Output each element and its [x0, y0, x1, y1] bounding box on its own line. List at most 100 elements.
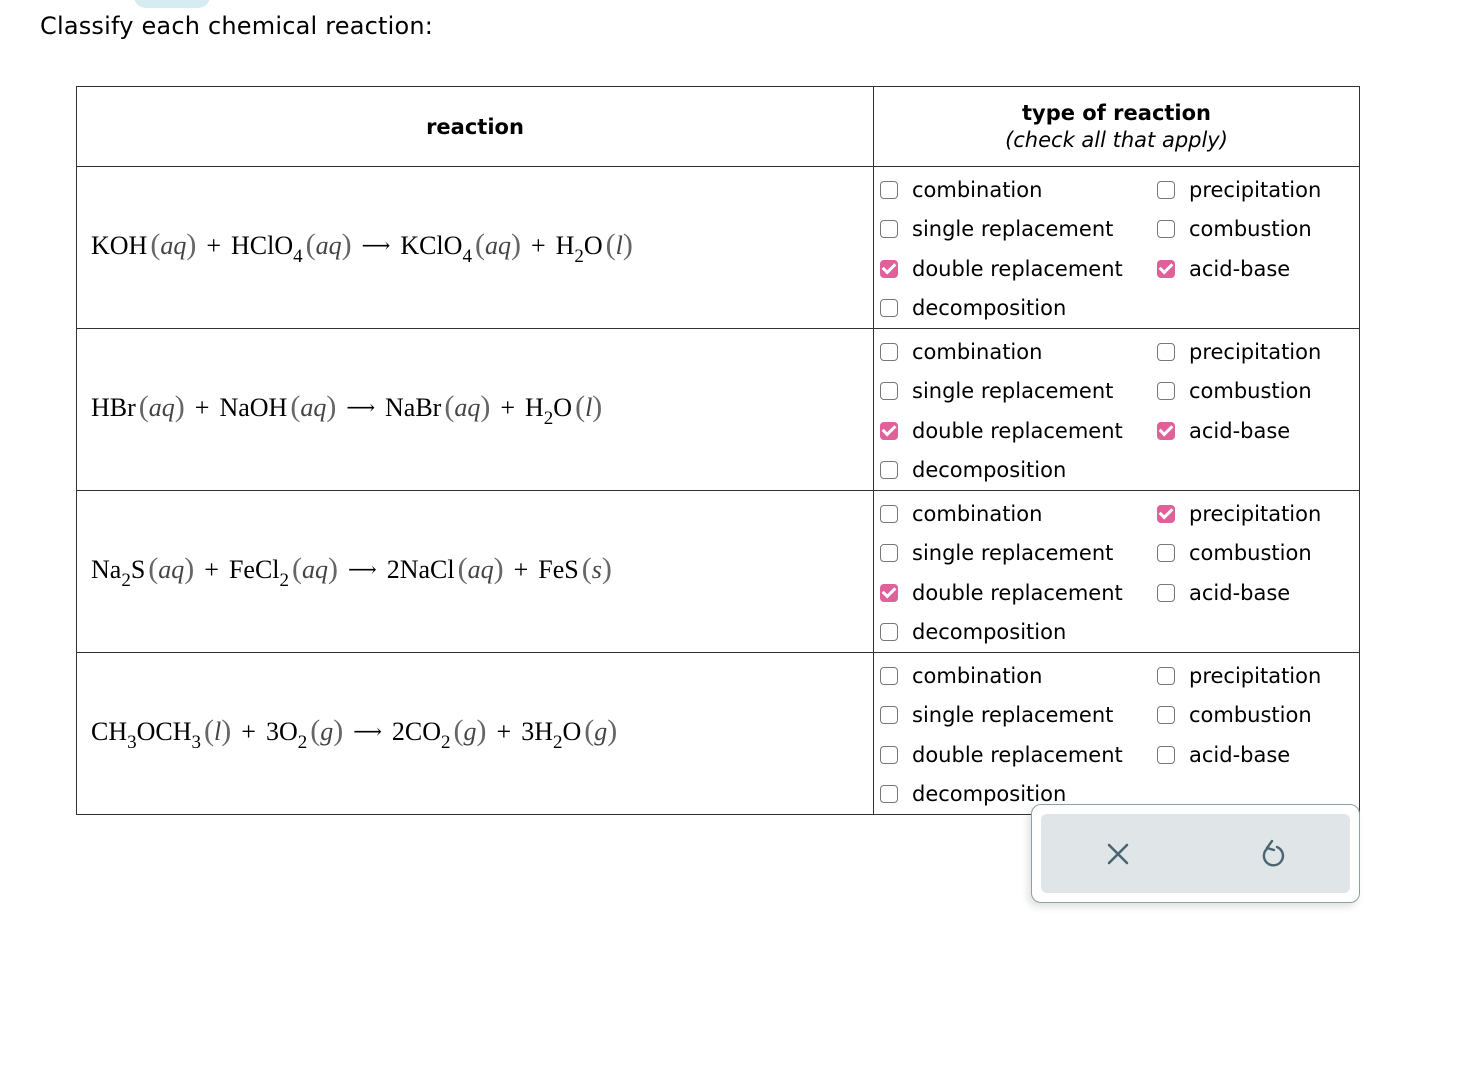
checkbox[interactable]: [880, 666, 898, 685]
checkbox-checked[interactable]: [1157, 259, 1175, 278]
option-double-replacement[interactable]: double replacement: [880, 735, 1157, 775]
chemical-formula: FeCl2: [228, 554, 290, 591]
option-label: combustion: [1189, 541, 1312, 566]
plus-sign: +: [241, 716, 256, 746]
checkbox[interactable]: [1157, 745, 1175, 764]
checkbox[interactable]: [880, 180, 898, 199]
option-label: decomposition: [912, 620, 1067, 645]
option-single-replacement[interactable]: single replacement: [880, 696, 1157, 736]
option-combination[interactable]: combination: [880, 494, 1157, 534]
checkbox-checked[interactable]: [880, 259, 898, 278]
checkbox[interactable]: [880, 745, 898, 764]
reaction-row: Na2S (aq) + FeCl2 (aq) ⟶ 2NaCl (aq) + FeS (s) combi…: [76, 490, 1360, 653]
checkbox[interactable]: [880, 706, 898, 725]
physical-state: (aq): [444, 389, 491, 423]
checkbox[interactable]: [880, 623, 898, 642]
plus-sign: +: [513, 554, 529, 584]
reaction-equation: CH3OCH3 (l) +3O2 (g) ⟶ 2CO2 (g) +3H2O (g): [76, 652, 874, 815]
chemical-formula: CH3OCH3: [91, 716, 202, 753]
chemical-formula: FeS: [538, 554, 579, 584]
option-double-replacement[interactable]: double replacement: [880, 573, 1157, 613]
option-label: acid-base: [1189, 580, 1291, 605]
physical-state: (l): [605, 227, 633, 261]
option-label: decomposition: [912, 782, 1067, 807]
checkbox[interactable]: [880, 299, 898, 318]
plus-sign: +: [194, 392, 210, 422]
option-decomposition[interactable]: decomposition: [880, 613, 1157, 653]
option-double-replacement[interactable]: double replacement: [880, 249, 1157, 289]
option-combustion[interactable]: combustion: [1157, 210, 1357, 250]
option-precipitation[interactable]: precipitation: [1157, 656, 1357, 696]
chemical-formula: 2CO2: [391, 716, 451, 753]
checkbox[interactable]: [880, 382, 898, 401]
checkbox-checked[interactable]: [1157, 504, 1175, 523]
physical-state: (aq): [292, 551, 339, 585]
option-label: decomposition: [912, 458, 1067, 483]
option-label: acid-base: [1189, 742, 1291, 767]
checkbox[interactable]: [1157, 382, 1175, 401]
plus-sign: +: [206, 230, 222, 260]
checkbox[interactable]: [1157, 220, 1175, 239]
checkbox[interactable]: [880, 342, 898, 361]
checkbox-checked[interactable]: [880, 583, 898, 602]
option-decomposition[interactable]: decomposition: [880, 289, 1157, 329]
physical-state: (l): [575, 389, 603, 423]
option-combustion[interactable]: combustion: [1157, 696, 1357, 736]
checkbox[interactable]: [1157, 544, 1175, 563]
checkbox[interactable]: [880, 220, 898, 239]
option-precipitation[interactable]: precipitation: [1157, 332, 1357, 372]
checkbox[interactable]: [880, 785, 898, 804]
reaction-arrow: ⟶: [346, 396, 375, 419]
chemical-formula: KOH: [91, 230, 148, 260]
option-single-replacement[interactable]: single replacement: [880, 372, 1157, 412]
option-decomposition[interactable]: decomposition: [880, 451, 1157, 491]
option-precipitation[interactable]: precipitation: [1157, 494, 1357, 534]
option-acid-base[interactable]: acid-base: [1157, 735, 1357, 775]
option-label: precipitation: [1189, 339, 1322, 364]
option-label: single replacement: [912, 541, 1114, 566]
option-label: double replacement: [912, 256, 1123, 281]
option-combination[interactable]: combination: [880, 170, 1157, 210]
checkbox-checked[interactable]: [1157, 421, 1175, 440]
option-acid-base[interactable]: acid-base: [1157, 411, 1357, 451]
option-acid-base[interactable]: acid-base: [1157, 249, 1357, 289]
reset-button[interactable]: [1196, 814, 1350, 893]
checkbox-checked[interactable]: [880, 421, 898, 440]
undo-icon: [1262, 839, 1285, 866]
checkbox[interactable]: [1157, 342, 1175, 361]
column-header-type: type of reaction (check all that apply): [873, 86, 1360, 167]
option-single-replacement[interactable]: single replacement: [880, 534, 1157, 574]
option-single-replacement[interactable]: single replacement: [880, 210, 1157, 250]
reaction-row: CH3OCH3 (l) +3O2 (g) ⟶ 2CO2 (g) +3H2O (g) combina…: [76, 652, 1360, 815]
checkbox[interactable]: [1157, 706, 1175, 725]
reaction-type-options: combination precipitation single replaceme…: [873, 490, 1360, 653]
reaction-arrow: ⟶: [361, 234, 391, 257]
chemical-formula: H2O: [525, 392, 573, 429]
empty-cell: [1157, 451, 1357, 491]
chemical-formula: NaBr: [385, 392, 442, 422]
option-combination[interactable]: combination: [880, 656, 1157, 696]
clear-button[interactable]: [1041, 814, 1195, 893]
option-label: combination: [912, 663, 1043, 688]
option-label: combination: [912, 339, 1043, 364]
option-combustion[interactable]: combustion: [1157, 372, 1357, 412]
option-precipitation[interactable]: precipitation: [1157, 170, 1357, 210]
checkbox[interactable]: [1157, 180, 1175, 199]
checkbox[interactable]: [1157, 583, 1175, 602]
top-tab[interactable]: [134, 0, 210, 8]
checkbox[interactable]: [880, 504, 898, 523]
checkbox[interactable]: [1157, 666, 1175, 685]
option-label: combustion: [1189, 217, 1312, 242]
checkbox[interactable]: [880, 544, 898, 563]
reaction-type-options: combination precipitation single replaceme…: [873, 652, 1360, 815]
option-combination[interactable]: combination: [880, 332, 1157, 372]
physical-state: (s): [581, 551, 612, 585]
option-label: precipitation: [1189, 501, 1322, 526]
option-label: decomposition: [912, 296, 1067, 321]
option-combustion[interactable]: combustion: [1157, 534, 1357, 574]
option-acid-base[interactable]: acid-base: [1157, 573, 1357, 613]
empty-cell: [1157, 613, 1357, 653]
option-double-replacement[interactable]: double replacement: [880, 411, 1157, 451]
option-label: acid-base: [1189, 418, 1291, 443]
checkbox[interactable]: [880, 461, 898, 480]
